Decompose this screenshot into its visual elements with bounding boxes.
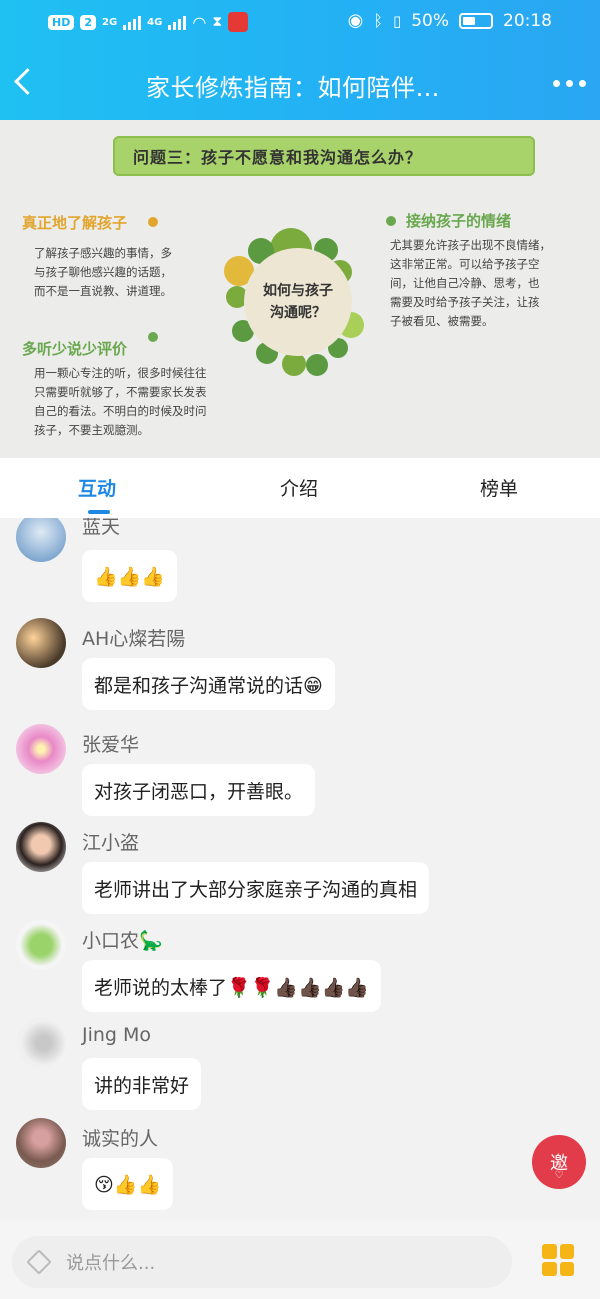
avatar[interactable] xyxy=(16,618,66,668)
username: 张爱华 xyxy=(82,734,140,756)
battery-icon xyxy=(459,12,493,29)
username: 诚实的人 xyxy=(82,1128,159,1150)
avatar[interactable] xyxy=(16,822,66,872)
tab-indicator xyxy=(88,510,110,514)
pen-icon xyxy=(26,1249,52,1275)
section-title-understand: 真正地了解孩子 xyxy=(22,214,128,232)
battery-percent: 50% xyxy=(411,10,449,31)
clock: 20:18 xyxy=(503,10,552,31)
avatar[interactable] xyxy=(16,1018,66,1068)
decor-circle xyxy=(306,354,328,376)
avatar[interactable] xyxy=(16,724,66,774)
heart-icon: ♡ xyxy=(554,1170,564,1181)
message-bubble: 老师说的太棒了🌹🌹👍🏿👍🏿👍🏿👍🏿 xyxy=(82,960,381,1012)
comment-list[interactable]: 蓝天 👍👍👍 AH心燦若陽 都是和孩子沟通常说的话😁 张爱华 对孩子闭恶口，开善… xyxy=(0,518,600,1220)
bluetooth-icon: ᛒ xyxy=(373,11,383,30)
tab-ranking[interactable]: 榜单 xyxy=(480,474,518,501)
section-title-accept: 接纳孩子的情绪 xyxy=(406,212,512,230)
wifi-icon: ◠ xyxy=(192,12,207,32)
avatar[interactable] xyxy=(16,1118,66,1168)
apps-grid-icon[interactable] xyxy=(542,1244,574,1276)
username: AH心燦若陽 xyxy=(82,628,186,650)
message-bubble: 👍👍👍 xyxy=(82,550,177,602)
username: Jing Mo xyxy=(82,1024,152,1046)
hourglass-icon: ⧗ xyxy=(212,14,223,30)
username: 江小盗 xyxy=(82,832,140,854)
network-4g-label: 4G xyxy=(147,16,163,28)
signal-icon xyxy=(123,14,142,30)
more-options-icon[interactable] xyxy=(553,80,586,87)
course-cover-infographic: 问题三：孩子不愿意和我沟通怎么办？ 真正地了解孩子 了解孩子感兴趣的事情，多 与… xyxy=(0,120,600,458)
username: 蓝天 xyxy=(82,518,121,538)
app-notification-icon xyxy=(228,12,249,32)
message-bubble: 讲的非常好 xyxy=(82,1058,202,1110)
center-hub: 如何与孩子 沟通呢？ xyxy=(244,248,352,356)
avatar[interactable] xyxy=(16,518,66,562)
vibrate-icon: ▯ xyxy=(392,11,402,30)
dot-marker xyxy=(148,332,158,342)
tab-bar: 互动 介绍 榜单 xyxy=(0,458,600,518)
message-bubble: 😚👍👍 xyxy=(82,1158,174,1210)
message-bubble: 都是和孩子沟通常说的话😁 xyxy=(82,658,335,710)
tab-introduction[interactable]: 介绍 xyxy=(280,474,318,501)
section-title-listen: 多听少说少评价 xyxy=(22,340,128,358)
comment-placeholder: 说点什么... xyxy=(66,1253,156,1274)
comment-input-bar: 说点什么... xyxy=(0,1222,600,1299)
sim-slot-badge: 2 xyxy=(80,14,96,30)
section-text-listen: 用一颗心专注的听，很多时候往往 只需要听就够了，不需要家长发表 自己的看法。不明… xyxy=(34,366,207,437)
network-2g-label: 2G xyxy=(102,16,118,28)
nav-bar: 家长修炼指南：如何陪伴… xyxy=(0,56,600,110)
page-title: 家长修炼指南：如何陪伴… xyxy=(146,74,440,102)
eye-icon: ◉ xyxy=(347,10,364,31)
dot-marker xyxy=(386,216,396,226)
status-bar: HD 2 2G 4G ◠ ⧗ ◉ ᛒ ▯ 50% 20:18 xyxy=(0,0,600,44)
comment-input[interactable]: 说点什么... xyxy=(12,1236,512,1288)
username: 小口农🦕 xyxy=(82,930,163,952)
invite-button[interactable]: 邀 ♡ xyxy=(532,1135,586,1189)
question-banner: 问题三：孩子不愿意和我沟通怎么办？ xyxy=(113,136,535,176)
message-bubble: 对孩子闭恶口，开善眼。 xyxy=(82,764,316,816)
tab-interaction[interactable]: 互动 xyxy=(78,474,116,501)
message-bubble: 老师讲出了大部分家庭亲子沟通的真相 xyxy=(82,862,430,914)
back-icon[interactable] xyxy=(12,64,36,100)
top-bar: HD 2 2G 4G ◠ ⧗ ◉ ᛒ ▯ 50% 20:18 家长修炼指南：如何… xyxy=(0,0,600,120)
section-text-accept: 尤其要允许孩子出现不良情绪， 这非常正常。可以给予孩子空 间，让他自己冷静、思考… xyxy=(390,238,551,328)
avatar[interactable] xyxy=(16,920,66,970)
signal-icon-2 xyxy=(168,14,187,30)
hd-badge: HD xyxy=(48,14,75,30)
section-text-understand: 了解孩子感兴趣的事情，多 与孩子聊他感兴趣的话题， 而不是一直说教、讲道理。 xyxy=(34,246,172,298)
dot-marker xyxy=(148,217,158,227)
